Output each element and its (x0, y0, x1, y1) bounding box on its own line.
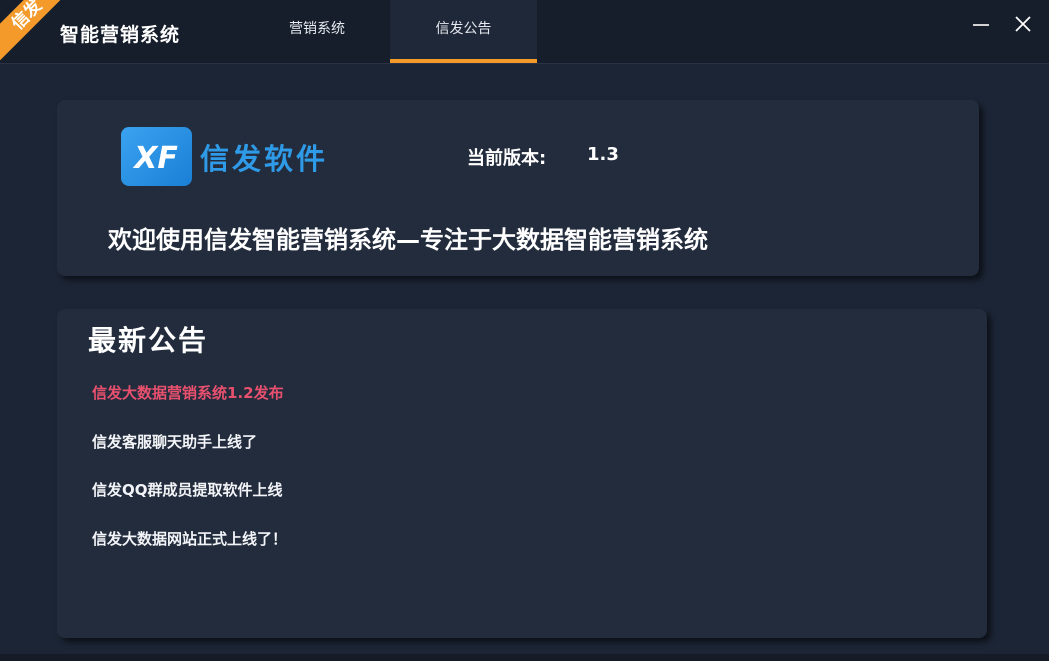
welcome-text: 欢迎使用信发智能营销系统—专注于大数据智能营销系统 (108, 226, 708, 254)
tab-notices[interactable]: 信发公告 (390, 0, 537, 63)
minimize-button[interactable] (966, 10, 996, 40)
minimize-icon (973, 24, 989, 26)
notice-item[interactable]: 信发客服聊天助手上线了 (92, 430, 287, 479)
notice-item[interactable]: 信发QQ群成员提取软件上线 (92, 478, 287, 527)
xf-logo-icon: XF (121, 127, 192, 186)
close-button[interactable] (1008, 10, 1038, 40)
logo-mark: XF (132, 141, 178, 176)
notices-heading: 最新公告 (88, 324, 209, 357)
logo-text: 信发软件 (200, 142, 329, 176)
title-bar[interactable]: 信发 智能营销系统 营销系统 信发公告 (0, 0, 1049, 64)
tab-marketing-system[interactable]: 营销系统 (244, 0, 390, 63)
version-label: 当前版本: (467, 148, 547, 169)
corner-badge: 信发 (0, 0, 60, 60)
product-info-card: XF 信发软件 当前版本: 1.3 欢迎使用信发智能营销系统—专注于大数据智能营… (57, 100, 979, 276)
notice-item[interactable]: 信发大数据网站正式上线了！ (92, 527, 287, 576)
app-window: 信发 智能营销系统 营销系统 信发公告 XF 信发软件 当前版本: 1.3 欢迎… (0, 0, 1049, 661)
bottom-edge (0, 654, 1049, 661)
notice-item[interactable]: 信发大数据营销系统1.2发布 (92, 381, 287, 430)
close-icon (1015, 16, 1031, 32)
app-title: 智能营销系统 (60, 24, 181, 46)
version-value: 1.3 (587, 144, 619, 165)
notice-list: 信发大数据营销系统1.2发布 信发客服聊天助手上线了 信发QQ群成员提取软件上线… (92, 381, 287, 575)
latest-notices-card: 最新公告 信发大数据营销系统1.2发布 信发客服聊天助手上线了 信发QQ群成员提… (57, 309, 987, 638)
corner-badge-label: 信发 (0, 0, 60, 60)
